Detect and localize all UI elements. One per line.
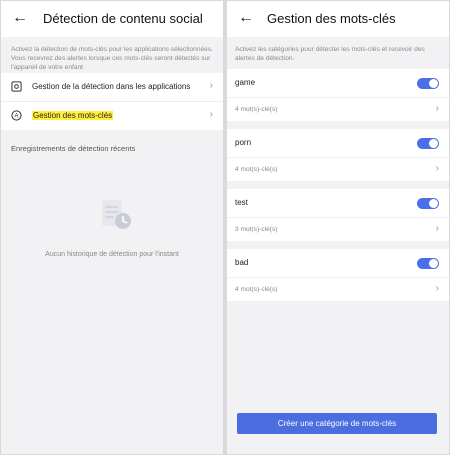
category-name: game: [235, 78, 256, 87]
category-name: porn: [235, 138, 252, 147]
keyword-count: 3 mot(s)-clé(s): [235, 226, 278, 233]
category-header: test: [227, 189, 449, 218]
keyword-count: 4 mot(s)-clé(s): [235, 286, 278, 293]
toggle-knob: [429, 79, 438, 88]
page-description: Activez les catégories pour détecter les…: [235, 46, 425, 62]
category-card: bad 4 mot(s)-clé(s) ›: [227, 249, 449, 301]
svg-text:A: A: [15, 114, 19, 120]
category-keywords-link[interactable]: 4 mot(s)-clé(s) ›: [227, 278, 449, 301]
category-keywords-link[interactable]: 4 mot(s)-clé(s) ›: [227, 158, 449, 181]
category-toggle[interactable]: [417, 138, 439, 149]
category-keywords-link[interactable]: 4 mot(s)-clé(s) ›: [227, 98, 449, 121]
page-description: Activez la détection de mots-clés pour l…: [11, 46, 213, 71]
category-keywords-link[interactable]: 3 mot(s)-clé(s) ›: [227, 218, 449, 241]
chevron-right-icon: ›: [435, 223, 439, 234]
category-card: test 3 mot(s)-clé(s) ›: [227, 189, 449, 241]
keyword-management-screen: ← Gestion des mots-clés Activez les caté…: [227, 1, 449, 454]
back-arrow-icon[interactable]: ←: [237, 9, 255, 27]
toggle-knob: [429, 259, 438, 268]
chevron-right-icon: ›: [209, 80, 213, 91]
category-toggle[interactable]: [417, 198, 439, 209]
chevron-right-icon: ›: [435, 103, 439, 114]
category-card: porn 4 mot(s)-clé(s) ›: [227, 129, 449, 181]
create-category-button[interactable]: Créer une catégorie de mots-clés: [237, 413, 437, 434]
menu-card: Gestion de la détection dans les applica…: [1, 73, 223, 130]
category-header: bad: [227, 249, 449, 278]
menu-item-label: Gestion des mots-clés: [32, 111, 114, 120]
social-detection-screen: ← Détection de contenu social Activez la…: [1, 1, 223, 454]
category-header: game: [227, 69, 449, 98]
chevron-right-icon: ›: [435, 283, 439, 294]
chevron-right-icon: ›: [435, 163, 439, 174]
page-title: Gestion des mots-clés: [267, 11, 396, 26]
menu-item-app-detection[interactable]: Gestion de la détection dans les applica…: [1, 73, 223, 102]
app-header: ← Gestion des mots-clés: [227, 1, 449, 37]
empty-history-icon: [102, 200, 131, 229]
category-toggle[interactable]: [417, 258, 439, 269]
menu-item-label: Gestion de la détection dans les applica…: [32, 82, 191, 91]
back-arrow-icon[interactable]: ←: [11, 9, 29, 27]
settings-square-icon: [11, 81, 22, 92]
keyword-count: 4 mot(s)-clé(s): [235, 166, 278, 173]
chevron-right-icon: ›: [209, 109, 213, 120]
toggle-knob: [429, 139, 438, 148]
category-toggle[interactable]: [417, 78, 439, 89]
category-name: test: [235, 198, 248, 207]
app-header: ← Détection de contenu social: [1, 1, 223, 37]
toggle-knob: [429, 199, 438, 208]
recent-records-title: Enregistrements de détection récents: [11, 144, 136, 153]
menu-item-keyword-management[interactable]: A Gestion des mots-clés ›: [1, 102, 223, 130]
category-name: bad: [235, 258, 249, 267]
page-title: Détection de contenu social: [43, 11, 203, 26]
keyword-count: 4 mot(s)-clé(s): [235, 106, 278, 113]
category-card: game 4 mot(s)-clé(s) ›: [227, 69, 449, 121]
letter-a-circle-icon: A: [11, 110, 22, 121]
empty-history-text: Aucun historique de détection pour l'ins…: [45, 251, 179, 258]
category-header: porn: [227, 129, 449, 158]
